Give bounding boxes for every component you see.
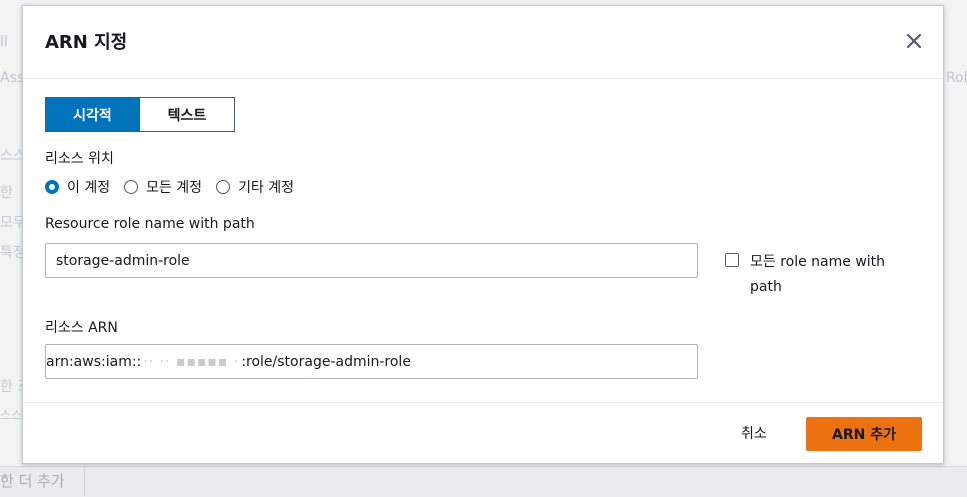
resource-location-label: 리소스 위치	[45, 151, 114, 167]
radio-all-accounts[interactable]: 모든 계정	[124, 177, 202, 197]
role-name-input[interactable]: storage-admin-role	[45, 243, 698, 278]
resource-arn-label: 리소스 ARN	[45, 320, 118, 336]
bg-add-more-label: 한 더 추가	[0, 472, 65, 490]
bg-footer-bar	[0, 466, 967, 497]
radio-this-account[interactable]: 이 계정	[45, 177, 110, 197]
any-role-name-checkbox-row[interactable]: 모든 role name with path	[725, 250, 915, 300]
tab-visual[interactable]: 시각적	[45, 97, 140, 132]
radio-label: 모든 계정	[146, 180, 203, 196]
radio-other-account[interactable]: 기타 계정	[216, 177, 294, 197]
role-name-value: storage-admin-role	[56, 252, 190, 269]
radio-button-checked[interactable]	[45, 180, 59, 194]
any-role-name-label: 모든 role name with path	[750, 254, 886, 295]
close-button[interactable]	[903, 30, 925, 52]
editor-mode-toggle: 시각적 텍스트	[45, 97, 235, 132]
arn-prefix: arn:aws:iam::	[46, 353, 142, 370]
resource-arn-input[interactable]: arn:aws:iam:: ·· ·· ▪▪▪▪▪ · :role/storag…	[45, 344, 698, 379]
tab-text[interactable]: 텍스트	[140, 97, 235, 132]
arn-masked-account: ·· ·· ▪▪▪▪▪ ·	[143, 353, 240, 370]
bg-fragment: Ass	[0, 70, 25, 86]
radio-label: 이 계정	[67, 180, 111, 196]
modal-title: ARN 지정	[45, 32, 128, 53]
role-name-label: Resource role name with path	[45, 216, 255, 232]
radio-button[interactable]	[216, 180, 231, 194]
add-arn-button[interactable]: ARN 추가	[806, 417, 922, 451]
radio-label: 기타 계정	[238, 180, 295, 196]
modal-footer: 취소 ARN 추가	[23, 402, 943, 465]
specify-arn-modal: ARN 지정 시각적 텍스트 리소스 위치 이 계정 모든 계정 기타 계정 R…	[22, 5, 944, 464]
cancel-button[interactable]: 취소	[737, 421, 771, 445]
bg-footer-divider	[84, 466, 85, 496]
radio-button[interactable]	[124, 180, 139, 194]
modal-header: ARN 지정	[23, 6, 943, 79]
close-icon	[906, 33, 922, 49]
resource-location-radio-group: 이 계정 모든 계정 기타 계정	[45, 177, 308, 197]
bg-fragment: Rol	[946, 70, 967, 86]
any-role-name-checkbox[interactable]	[725, 253, 739, 267]
arn-suffix: :role/storage-admin-role	[241, 353, 411, 370]
bg-fragment: 한	[0, 185, 13, 201]
bg-fragment: 스스	[0, 408, 23, 422]
bg-fragment: ll	[0, 34, 8, 50]
